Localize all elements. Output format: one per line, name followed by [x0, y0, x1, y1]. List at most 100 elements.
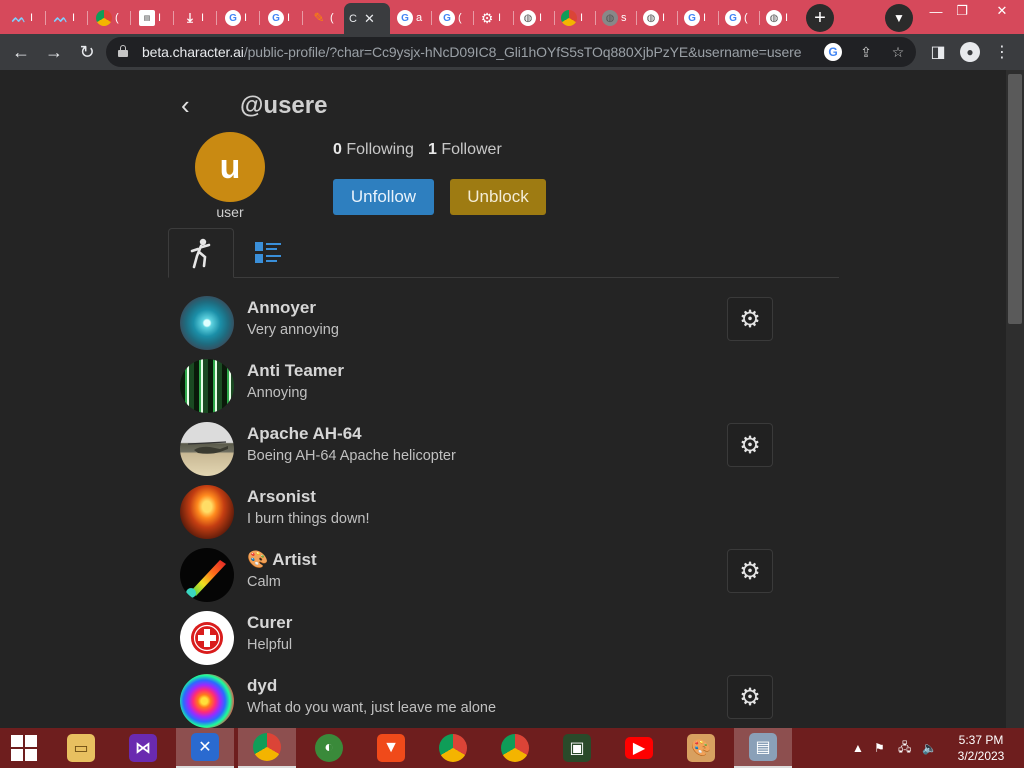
google-icon: G	[268, 10, 284, 26]
list-item[interactable]: Curer Helpful	[180, 611, 780, 667]
volume-icon[interactable]: 🔈	[922, 728, 937, 768]
character-description: Very annoying	[247, 322, 339, 338]
scrollbar-thumb[interactable]	[1008, 74, 1022, 324]
tray-overflow-icon[interactable]: ▲	[852, 728, 864, 768]
browser-tab[interactable]: ▤ I	[134, 5, 174, 31]
side-panel-icon[interactable]: ◨	[925, 39, 951, 65]
browser-tab[interactable]: ⤓ I	[177, 5, 217, 31]
taskbar-visual-studio[interactable]: ⋈	[114, 728, 172, 768]
character-settings-button[interactable]: ⚙	[727, 549, 773, 593]
browser-tab[interactable]: ◍ I	[761, 5, 801, 31]
clock-date: 3/2/2023	[957, 749, 1005, 763]
taskbar-youtube[interactable]: ▶	[610, 728, 668, 768]
google-icon: G	[439, 10, 455, 26]
unfollow-button[interactable]: Unfollow	[333, 179, 434, 215]
list-item[interactable]: Anti Teamer Annoying	[180, 359, 780, 415]
taskbar-file-explorer[interactable]: ▭	[52, 728, 110, 768]
character-avatar	[180, 548, 234, 602]
character-description: I burn things down!	[247, 511, 370, 527]
start-button[interactable]	[0, 728, 48, 768]
taskbar-tools[interactable]: ✕	[176, 728, 234, 768]
reload-button[interactable]: ↻	[73, 38, 101, 66]
browser-tab[interactable]: I	[556, 5, 596, 31]
following-stat[interactable]: 0 Following	[333, 141, 414, 159]
star-icon[interactable]: ☆	[888, 42, 908, 62]
taskbar-terminal[interactable]: ▣	[548, 728, 606, 768]
list-item[interactable]: dyd What do you want, just leave me alon…	[180, 674, 780, 728]
forward-button[interactable]: →	[40, 38, 68, 66]
network-icon[interactable]: 🖧	[898, 728, 911, 768]
taskbar-brave[interactable]: ▼	[362, 728, 420, 768]
browser-tab[interactable]: GI	[679, 5, 719, 31]
new-tab-button[interactable]: +	[806, 4, 834, 32]
globe-icon: ◍	[602, 10, 618, 26]
book-icon: ▤	[139, 10, 155, 26]
browser-tab[interactable]: ◍ s	[597, 5, 637, 31]
gear-icon: ⚙	[480, 9, 494, 26]
browser-tab[interactable]: GI	[220, 5, 260, 31]
back-arrow-button[interactable]: ‹	[181, 92, 207, 118]
reload-icon: ↻	[79, 41, 95, 62]
browser-tab[interactable]: ◍ I	[638, 5, 678, 31]
character-figure-icon	[190, 238, 211, 269]
tab-search-button[interactable]: ▼	[885, 4, 913, 32]
url-text[interactable]: beta.character.ai/public-profile/?char=C…	[142, 44, 801, 60]
character-name: Apache AH-64	[247, 424, 362, 443]
browser-tab[interactable]: ᨓI	[6, 5, 46, 31]
character-settings-button[interactable]: ⚙	[727, 675, 773, 719]
pencil-icon: ✎	[313, 10, 325, 25]
character-settings-button[interactable]: ⚙	[727, 297, 773, 341]
browser-tab[interactable]: ◍ I	[515, 5, 555, 31]
taskbar-app[interactable]: ◐	[300, 728, 358, 768]
gear-icon: ⚙	[739, 683, 761, 711]
list-item[interactable]: Arsonist I burn things down!	[180, 485, 780, 541]
restore-button[interactable]: ❐	[946, 0, 978, 22]
brave-icon: ▼	[377, 734, 405, 762]
browser-tab[interactable]: Ga	[392, 5, 432, 31]
youtube-icon: ▶	[625, 737, 653, 759]
taskbar-monitor[interactable]: ▤	[734, 728, 792, 768]
list-item[interactable]: Apache AH-64 Boeing AH-64 Apache helicop…	[180, 422, 780, 478]
taskbar-chrome[interactable]	[238, 728, 296, 768]
profile-button[interactable]: ●	[957, 39, 983, 65]
browser-tab[interactable]: G(	[434, 5, 474, 31]
profile-avatar: u	[195, 132, 265, 202]
page-content: ‹ @usere u user 0 Following 1 Follower U…	[0, 70, 1024, 728]
browser-tab-active[interactable]: C ✕	[344, 3, 390, 34]
character-settings-button[interactable]: ⚙	[727, 423, 773, 467]
character-avatar	[180, 296, 234, 350]
browser-tab[interactable]: ᨓI	[48, 5, 88, 31]
unblock-button[interactable]: Unblock	[450, 179, 546, 215]
chrome-icon	[253, 733, 281, 761]
close-window-button[interactable]: ✕	[986, 0, 1018, 22]
browser-tab[interactable]: (	[91, 5, 131, 31]
followers-stat[interactable]: 1 Follower	[428, 141, 502, 159]
chevron-down-icon: ▼	[893, 11, 905, 25]
close-tab-icon[interactable]: ✕	[364, 11, 375, 27]
back-button[interactable]: ←	[7, 38, 35, 66]
taskbar-chrome-3[interactable]	[486, 728, 544, 768]
address-bar[interactable]: beta.character.ai/public-profile/?char=C…	[106, 37, 916, 67]
browser-tab[interactable]: ⚙ I	[474, 5, 514, 31]
clock-time: 5:37 PM	[958, 733, 1004, 747]
list-item[interactable]: 🎨 Artist Calm ⚙	[180, 548, 780, 604]
menu-button[interactable]: ⋮	[989, 39, 1015, 65]
tab-list[interactable]	[248, 228, 288, 278]
taskbar-clock[interactable]: 5:37 PM 3/2/2023	[948, 732, 1014, 764]
browser-tab[interactable]: ✎(	[306, 5, 346, 31]
download-icon: ⤓	[187, 10, 193, 25]
google-icon: G	[684, 10, 700, 26]
share-icon[interactable]: ⇪	[856, 42, 876, 62]
list-item[interactable]: Annoyer Very annoying ⚙	[180, 296, 780, 352]
flag-icon[interactable]: ⚑	[874, 728, 885, 768]
list-icon	[255, 242, 281, 264]
lock-icon[interactable]	[118, 45, 128, 57]
medical-cross-icon	[191, 622, 223, 654]
taskbar-chrome-2[interactable]	[424, 728, 482, 768]
browser-tab[interactable]: G(	[720, 5, 760, 31]
google-lens-icon[interactable]: G	[824, 43, 842, 61]
chrome-icon	[96, 10, 112, 26]
taskbar-paint[interactable]: 🎨	[672, 728, 730, 768]
tab-characters[interactable]	[168, 228, 234, 278]
browser-tab[interactable]: GI	[263, 5, 303, 31]
